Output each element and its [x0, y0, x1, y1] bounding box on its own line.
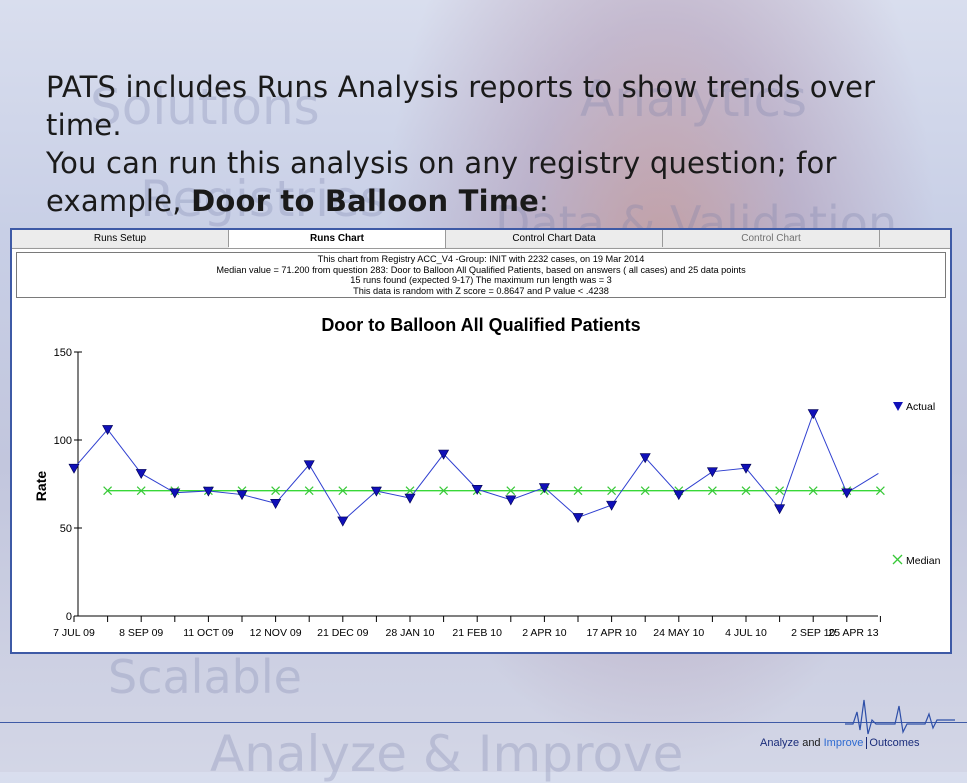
bg-word-scalable: Scalable [108, 650, 302, 704]
y-tick-label: 0 [66, 611, 72, 623]
chart-title: Door to Balloon All Qualified Patients [321, 315, 640, 335]
actual-point [572, 513, 584, 524]
x-tick-label: 12 NOV 09 [250, 627, 302, 639]
summary-line-median: Median value = 71.200 from question 283:… [216, 264, 746, 275]
tagline-outcomes: Outcomes [866, 737, 920, 749]
legend-median-label: Median [906, 555, 941, 567]
y-tick-label: 50 [60, 523, 72, 535]
headline-line-3-prefix: example, [46, 184, 192, 218]
actual-point [135, 469, 147, 480]
tab-control-chart[interactable]: Control Chart [663, 230, 880, 247]
y-axis-label: Rate [33, 471, 49, 502]
actual-point [606, 500, 618, 511]
headline-line-3: example, Door to Balloon Time: [46, 182, 946, 220]
headline-line-3-suffix: : [539, 184, 549, 218]
runs-analysis-window: Runs Setup Runs Chart Control Chart Data… [10, 228, 952, 654]
y-tick-label: 100 [54, 435, 72, 447]
actual-series-line [73, 412, 879, 522]
headline-emphasis: Door to Balloon Time [191, 184, 540, 218]
actual-point [673, 490, 685, 501]
actual-point [706, 467, 718, 478]
summary-line-registry: This chart from Registry ACC_V4 -Group: … [317, 254, 645, 264]
actual-point [471, 484, 483, 495]
actual-point [807, 409, 819, 420]
legend-median-marker [892, 554, 903, 565]
actual-point [270, 499, 282, 509]
legend-actual-marker [893, 402, 903, 411]
x-tick-label: 21 DEC 09 [317, 627, 369, 639]
tab-bar: Runs Setup Runs Chart Control Chart Data… [12, 230, 950, 249]
footer-divider [0, 722, 967, 723]
x-tick-label: 4 JUL 10 [725, 627, 767, 639]
actual-point [337, 516, 349, 527]
tagline-and: and [799, 737, 824, 749]
footer-tagline: Analyze and Improve Outcomes [760, 737, 920, 749]
x-tick-label: 17 APR 10 [586, 627, 636, 639]
analysis-summary: This chart from Registry ACC_V4 -Group: … [16, 252, 946, 298]
x-tick-label: 24 MAY 10 [653, 627, 704, 639]
actual-point [505, 495, 517, 506]
tagline-analyze: Analyze [760, 737, 800, 749]
tagline-improve: Improve [823, 737, 864, 749]
tab-bar-spacer [880, 230, 950, 247]
x-tick-label: 25 APR 13 [828, 627, 878, 639]
actual-point [774, 504, 786, 515]
x-tick-label: 7 JUL 09 [53, 627, 95, 639]
x-tick-label: 21 FEB 10 [452, 627, 502, 639]
headline-line-2: You can run this analysis on any registr… [46, 146, 837, 180]
actual-point [404, 493, 416, 504]
tab-control-chart-data[interactable]: Control Chart Data [446, 230, 663, 247]
tab-runs-chart[interactable]: Runs Chart [229, 230, 446, 248]
y-tick-label: 150 [54, 347, 72, 359]
x-tick-label: 11 OCT 09 [183, 627, 234, 639]
bg-word-analyze-improve: Analyze & Improve [210, 725, 684, 783]
summary-line-runs: 15 runs found (expected 9-17) The maximu… [350, 275, 612, 285]
headline: PATS includes Runs Analysis reports to s… [46, 68, 946, 220]
x-tick-label: 28 JAN 10 [385, 627, 434, 639]
x-tick-label: 2 APR 10 [522, 627, 567, 639]
actual-point [841, 488, 853, 499]
headline-line-1: PATS includes Runs Analysis reports to s… [46, 70, 876, 142]
summary-line-randomness: This data is random with Z score = 0.864… [353, 285, 609, 296]
runs-chart: Door to Balloon All Qualified Patients Ra… [33, 315, 941, 639]
x-tick-label: 8 SEP 09 [119, 627, 163, 639]
heartbeat-line-icon [845, 699, 955, 735]
actual-point [169, 488, 181, 499]
tab-runs-setup[interactable]: Runs Setup [12, 230, 229, 247]
legend-actual-label: Actual [906, 401, 935, 413]
